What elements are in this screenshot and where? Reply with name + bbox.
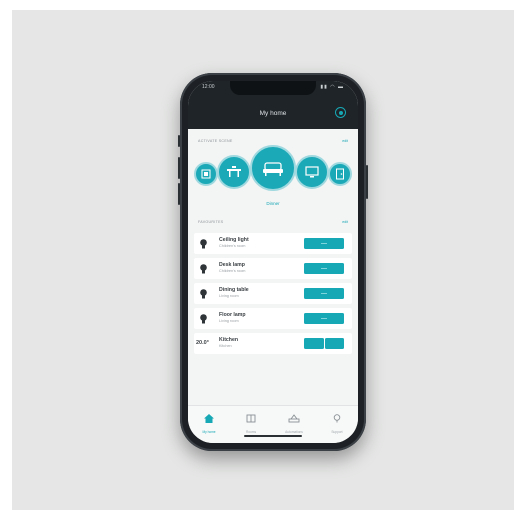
- light-control-button[interactable]: [304, 238, 344, 249]
- bulb-icon: [199, 288, 208, 299]
- mute-switch: [178, 135, 180, 147]
- scene-button-door[interactable]: [328, 162, 352, 186]
- power-button: [366, 165, 368, 199]
- temperature-down-button[interactable]: [304, 338, 324, 349]
- bulb-icon: [199, 263, 208, 274]
- notch: [230, 81, 316, 95]
- home-icon: [204, 414, 214, 423]
- favourites-edit-link[interactable]: edit: [342, 220, 348, 224]
- rooms-icon: [246, 414, 256, 423]
- active-scene-label: Dinner: [266, 201, 280, 206]
- device-room: Living room: [219, 294, 239, 298]
- device-name: Floor lamp: [219, 312, 246, 318]
- tab-rooms[interactable]: Rooms: [236, 410, 266, 434]
- tab-bar: My home Rooms Automations Support: [188, 405, 358, 443]
- device-name: Dining table: [219, 287, 249, 293]
- tab-automations[interactable]: Automations: [279, 410, 309, 434]
- light-control-button[interactable]: [304, 263, 344, 274]
- device-room: Living room: [219, 319, 239, 323]
- temperature-up-button[interactable]: [324, 338, 344, 349]
- device-row-dining-table[interactable]: Dining table Living room: [194, 283, 352, 304]
- status-indicators: ▮▮ ◠ ▬: [320, 84, 344, 90]
- status-time: 12:00: [202, 84, 215, 90]
- scene-button-dinner[interactable]: [250, 145, 296, 191]
- scenes-section-title: ACTIVATE SCENE: [198, 139, 233, 143]
- scene-button-frame[interactable]: [194, 162, 218, 186]
- favourites-section-title: FAVOURITES: [198, 220, 224, 224]
- device-room: Children's room: [219, 269, 246, 273]
- tab-label: Support: [331, 430, 343, 434]
- temperature-value: 20.0°: [196, 340, 209, 346]
- phone-frame: 12:00 ▮▮ ◠ ▬ My home ACTIVATE SCENE edit…: [178, 73, 368, 451]
- tv-icon: [305, 166, 319, 178]
- light-control-button[interactable]: [304, 288, 344, 299]
- user-circle-icon[interactable]: [335, 107, 346, 118]
- bulb-icon: [199, 313, 208, 324]
- app-screen: 12:00 ▮▮ ◠ ▬ My home ACTIVATE SCENE edit…: [188, 81, 358, 443]
- device-room: Children's room: [219, 244, 246, 248]
- device-row-floor-lamp[interactable]: Floor lamp Living room: [194, 308, 352, 329]
- home-indicator[interactable]: [244, 435, 302, 437]
- volume-up-button: [178, 157, 180, 179]
- device-row-kitchen[interactable]: 20.0° Kitchen Kitchen: [194, 333, 352, 354]
- device-name: Ceiling light: [219, 237, 249, 243]
- door-icon: [336, 168, 344, 180]
- device-name: Desk lamp: [219, 262, 245, 268]
- app-header: 12:00 ▮▮ ◠ ▬ My home: [188, 81, 358, 129]
- bulb-icon: [199, 238, 208, 249]
- volume-down-button: [178, 183, 180, 205]
- scene-button-dining[interactable]: [217, 155, 251, 189]
- device-row-ceiling-light[interactable]: Ceiling light Children's room: [194, 233, 352, 254]
- device-room: Kitchen: [219, 344, 232, 348]
- dining-table-icon: [227, 166, 241, 177]
- thermostat-control[interactable]: [304, 338, 344, 349]
- automation-icon: [288, 414, 300, 423]
- tab-label: Rooms: [245, 430, 257, 434]
- picture-frame-icon: [201, 169, 211, 179]
- sofa-icon: [263, 162, 283, 176]
- scene-button-tv[interactable]: [295, 155, 329, 189]
- device-row-desk-lamp[interactable]: Desk lamp Children's room: [194, 258, 352, 279]
- light-control-button[interactable]: [304, 313, 344, 324]
- tab-label: Automations: [285, 430, 303, 434]
- scenes-edit-link[interactable]: edit: [342, 139, 348, 143]
- tab-my-home[interactable]: My home: [194, 410, 224, 434]
- tab-support[interactable]: Support: [322, 410, 352, 434]
- support-icon: [333, 414, 341, 423]
- device-name: Kitchen: [219, 337, 239, 343]
- page-title: My home: [259, 110, 287, 117]
- tab-label: My home: [202, 430, 216, 434]
